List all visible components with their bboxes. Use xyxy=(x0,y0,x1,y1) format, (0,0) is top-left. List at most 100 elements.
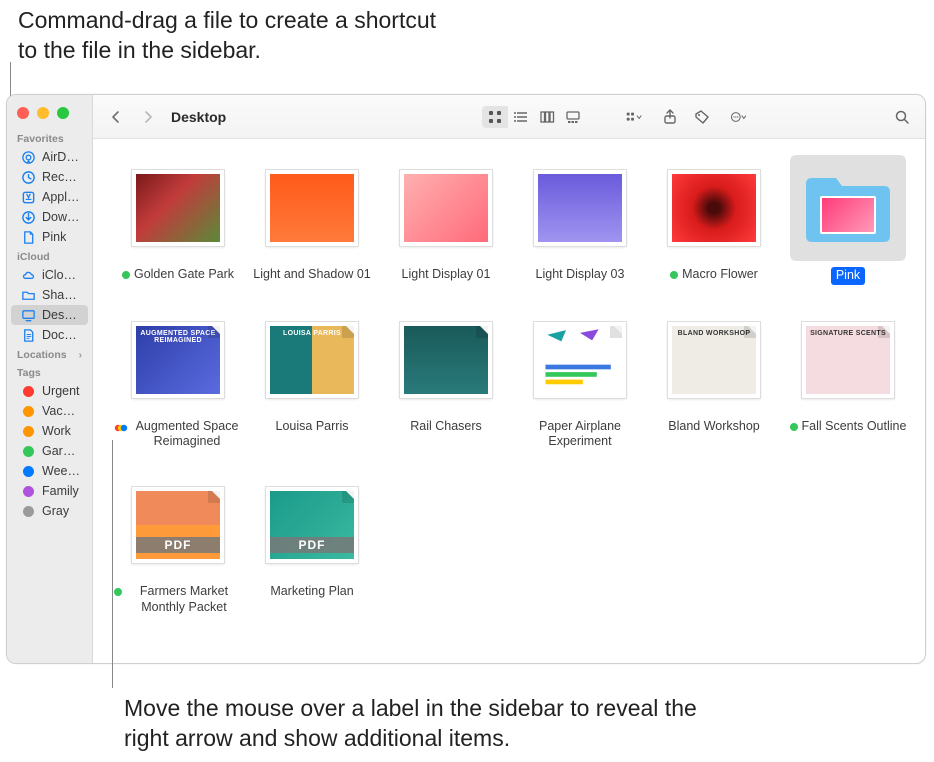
page-fold-icon xyxy=(744,322,760,338)
sidebar-item-downloads[interactable]: Downloads xyxy=(11,207,88,227)
recents-icon xyxy=(21,170,36,185)
sidebar-item-shared[interactable]: Shared xyxy=(11,285,88,305)
sidebar-item-label: Work xyxy=(42,424,71,438)
sidebar-item-label: Urgent xyxy=(42,384,80,398)
sidebar-heading[interactable]: Locations› xyxy=(7,345,92,363)
file-caption: Bland Workshop xyxy=(668,419,760,435)
file-item[interactable]: Rail Chasers xyxy=(381,307,511,450)
thumbnail xyxy=(656,155,772,261)
sidebar-item-desktop[interactable]: Desktop xyxy=(11,305,88,325)
page-fold-icon xyxy=(342,322,358,338)
file-item[interactable]: Light Display 01 xyxy=(381,155,511,285)
thumbnail: BLAND WORKSHOP xyxy=(656,307,772,413)
file-caption: Rail Chasers xyxy=(410,419,482,435)
sidebar-item-label: Vacation xyxy=(42,404,80,418)
tags-button[interactable] xyxy=(689,106,715,128)
file-name-label: Marketing Plan xyxy=(270,584,353,600)
thumbnail xyxy=(790,155,906,261)
view-list-button[interactable] xyxy=(508,106,534,128)
sidebar-item-label: Shared xyxy=(42,288,80,302)
main-area: Desktop xyxy=(93,95,925,663)
tag-dot-icon xyxy=(23,446,34,457)
page-fold-icon xyxy=(610,322,626,338)
window-controls xyxy=(7,101,92,129)
sidebar-item-vacation[interactable]: Vacation xyxy=(11,401,88,421)
thumbnail xyxy=(120,155,236,261)
thumbnail xyxy=(254,155,370,261)
file-name-label: Light Display 03 xyxy=(536,267,625,283)
sidebar-item-garden[interactable]: Garden xyxy=(11,441,88,461)
sidebar-item-label: Applications xyxy=(42,190,80,204)
sidebar-item-icloud-[interactable]: iCloud… xyxy=(11,265,88,285)
zoom-button[interactable] xyxy=(57,107,69,119)
file-name-label: Pink xyxy=(831,267,865,285)
sidebar-item-pink[interactable]: Pink xyxy=(11,227,88,247)
minimize-button[interactable] xyxy=(37,107,49,119)
close-button[interactable] xyxy=(17,107,29,119)
thumbnail: PDF xyxy=(120,472,236,578)
file-item[interactable]: Golden Gate Park xyxy=(113,155,243,285)
sidebar-item-documents[interactable]: Documents xyxy=(11,325,88,345)
file-name-label: Bland Workshop xyxy=(668,419,760,435)
sidebar-item-label: Pink xyxy=(42,230,66,244)
sidebar-item-weekend[interactable]: Weekend xyxy=(11,461,88,481)
page-fold-icon xyxy=(208,322,224,338)
view-column-button[interactable] xyxy=(534,106,560,128)
file-caption: Marketing Plan xyxy=(270,584,353,600)
thumbnail xyxy=(522,155,638,261)
file-item[interactable]: PDF Marketing Plan xyxy=(247,472,377,615)
pdf-badge: PDF xyxy=(270,537,354,553)
sidebar-heading[interactable]: Favorites xyxy=(7,129,92,147)
search-button[interactable] xyxy=(889,106,915,128)
group-menu-button[interactable] xyxy=(617,106,651,128)
sidebar-heading[interactable]: iCloud xyxy=(7,247,92,265)
thumb-overlay-text: LOUISA PARRIS xyxy=(274,330,350,338)
back-button[interactable] xyxy=(103,106,129,128)
file-item[interactable]: SIGNATURE SCENTSFall Scents Outline xyxy=(783,307,913,450)
folder-icon xyxy=(21,288,36,303)
sidebar-item-label: AirDrop xyxy=(42,150,80,164)
thumbnail xyxy=(388,155,504,261)
file-item[interactable]: Pink xyxy=(783,155,913,285)
sidebar-item-recents[interactable]: Recents xyxy=(11,167,88,187)
file-icon xyxy=(21,230,36,245)
file-item[interactable]: Macro Flower xyxy=(649,155,779,285)
sidebar-item-family[interactable]: Family xyxy=(11,481,88,501)
sidebar-item-label: Family xyxy=(42,484,79,498)
sidebar-item-airdrop[interactable]: AirDrop xyxy=(11,147,88,167)
file-item[interactable]: PDFFarmers Market Monthly Packet xyxy=(113,472,243,615)
file-name-label: Paper Airplane Experiment xyxy=(516,419,644,450)
sidebar-item-label: Garden xyxy=(42,444,80,458)
view-icon-button[interactable] xyxy=(482,106,508,128)
file-item[interactable]: AUGMENTED SPACE REIMAGINEDAugmented Spac… xyxy=(113,307,243,450)
forward-button[interactable] xyxy=(135,106,161,128)
sidebar-item-gray[interactable]: Gray xyxy=(11,501,88,521)
file-item[interactable]: Paper Airplane Experiment xyxy=(515,307,645,450)
view-gallery-button[interactable] xyxy=(560,106,586,128)
sidebar-item-label: Gray xyxy=(42,504,69,518)
sidebar-item-applications[interactable]: Applications xyxy=(11,187,88,207)
share-button[interactable] xyxy=(657,106,683,128)
tag-dot-icon xyxy=(23,466,34,477)
callout-top: Command-drag a file to create a shortcut… xyxy=(18,6,458,66)
tag-dot-icon xyxy=(122,271,130,279)
file-item[interactable]: LOUISA PARRISLouisa Parris xyxy=(247,307,377,450)
more-menu-button[interactable] xyxy=(721,106,755,128)
file-item[interactable]: Light Display 03 xyxy=(515,155,645,285)
icloud-icon xyxy=(21,268,36,283)
file-item[interactable]: Light and Shadow 01 xyxy=(247,155,377,285)
file-name-label: Golden Gate Park xyxy=(134,267,234,283)
file-item[interactable]: BLAND WORKSHOP Bland Workshop xyxy=(649,307,779,450)
callout-line xyxy=(112,440,113,688)
apps-icon xyxy=(21,190,36,205)
file-grid-area[interactable]: Golden Gate ParkLight and Shadow 01Light… xyxy=(93,139,925,663)
thumb-overlay-text: BLAND WORKSHOP xyxy=(676,330,752,338)
sidebar-heading[interactable]: Tags xyxy=(7,363,92,381)
sidebar-item-urgent[interactable]: Urgent xyxy=(11,381,88,401)
thumb-overlay-text: AUGMENTED SPACE REIMAGINED xyxy=(140,330,216,345)
finder-window: Favorites AirDrop Recents Applications Downl… xyxy=(6,94,926,664)
thumbnail xyxy=(522,307,638,413)
sidebar-item-work[interactable]: Work xyxy=(11,421,88,441)
file-caption: Paper Airplane Experiment xyxy=(516,419,644,450)
tag-dot-icon xyxy=(790,423,798,431)
